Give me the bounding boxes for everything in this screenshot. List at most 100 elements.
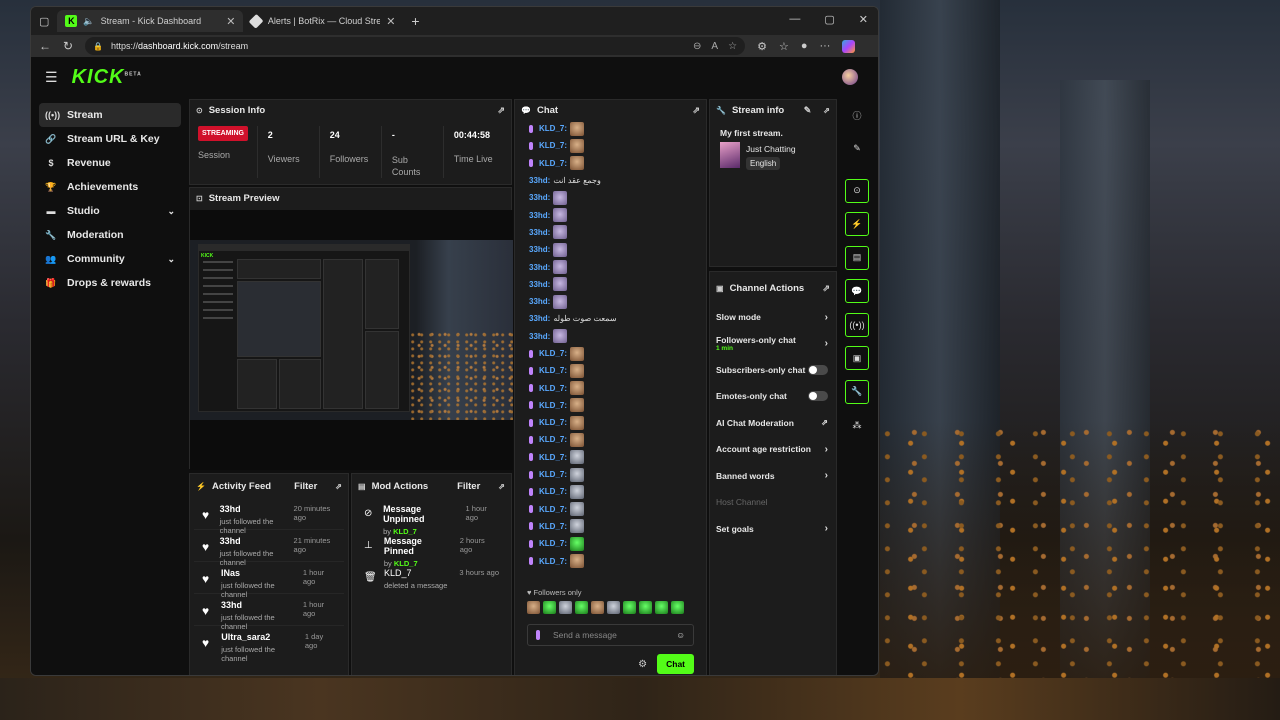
chat-username[interactable]: 33hd: bbox=[529, 314, 550, 323]
extension-icon[interactable]: ⚙ bbox=[757, 40, 767, 53]
chat-bubble-icon[interactable]: 💬 bbox=[845, 279, 869, 303]
chat-username[interactable]: KLD_7: bbox=[539, 453, 567, 462]
back-icon[interactable]: ← bbox=[39, 39, 51, 53]
subscribers-only-toggle[interactable] bbox=[808, 364, 828, 375]
maximize-icon[interactable]: ▢ bbox=[824, 13, 834, 26]
chat-username[interactable]: KLD_7: bbox=[539, 366, 567, 375]
session-widget-icon[interactable]: ⊙ bbox=[845, 178, 869, 203]
chat-username[interactable]: KLD_7: bbox=[539, 418, 567, 427]
chat-username[interactable]: KLD_7: bbox=[539, 141, 567, 150]
chat-username[interactable]: KLD_7: bbox=[539, 349, 567, 358]
chat-settings-icon[interactable]: ⚙ bbox=[638, 659, 647, 670]
chat-username[interactable]: KLD_7: bbox=[539, 384, 567, 393]
sidebar-item-studio[interactable]: ▬ Studio ⌄ bbox=[39, 199, 181, 223]
info-icon[interactable]: ⓘ bbox=[845, 103, 869, 127]
chat-username[interactable]: KLD_7: bbox=[539, 522, 567, 531]
activity-filter-button[interactable]: Filter bbox=[294, 481, 317, 492]
emote[interactable] bbox=[671, 601, 684, 614]
broadcast-icon[interactable]: ((•)) bbox=[845, 312, 869, 337]
slow-mode-row[interactable]: Slow mode › bbox=[710, 304, 836, 331]
popout-icon[interactable]: ⇗ bbox=[335, 482, 342, 491]
chat-username[interactable]: 33hd: bbox=[529, 228, 550, 237]
wrench-icon[interactable]: 🔧 bbox=[845, 379, 869, 404]
chat-username[interactable]: KLD_7: bbox=[539, 539, 567, 548]
chat-username[interactable]: 33hd: bbox=[529, 263, 550, 272]
add-widget-icon[interactable]: ⁂ bbox=[845, 413, 869, 437]
close-window-icon[interactable]: ✕ bbox=[859, 13, 868, 26]
close-tab-icon[interactable]: ✕ bbox=[226, 15, 235, 28]
banned-words-row[interactable]: Banned words › bbox=[710, 463, 836, 490]
tab-actions-icon[interactable]: ▢ bbox=[39, 15, 49, 28]
profile-icon[interactable]: ● bbox=[801, 40, 808, 52]
chat-username[interactable]: KLD_7: bbox=[539, 487, 567, 496]
chat-username[interactable]: 33hd: bbox=[529, 245, 550, 254]
tab-botrix[interactable]: Alerts | BotRix — Cloud Streaming ✕ bbox=[243, 10, 403, 32]
popout-icon[interactable]: ⇗ bbox=[497, 105, 505, 116]
user-avatar[interactable] bbox=[842, 69, 858, 85]
kick-logo[interactable]: KICKBETA bbox=[72, 66, 142, 89]
emote[interactable] bbox=[559, 601, 572, 614]
chat-username[interactable]: KLD_7: bbox=[539, 470, 567, 479]
ai-moderation-row[interactable]: AI Chat Moderation ⇗ bbox=[710, 410, 836, 437]
sidebar-item-community[interactable]: 👥 Community ⌄ bbox=[39, 247, 181, 271]
chat-username[interactable]: 33hd: bbox=[529, 176, 550, 185]
sidebar-item-achievements[interactable]: 🏆 Achievements bbox=[39, 175, 181, 199]
emote[interactable] bbox=[607, 601, 620, 614]
emote[interactable] bbox=[623, 601, 636, 614]
emote[interactable] bbox=[527, 601, 540, 614]
sidebar-item-revenue[interactable]: $ Revenue bbox=[39, 151, 181, 175]
zoom-icon[interactable]: ⊖ bbox=[693, 41, 701, 52]
sidebar-item-stream-url[interactable]: 🔗 Stream URL & Key bbox=[39, 127, 181, 151]
chat-send-button[interactable]: Chat bbox=[657, 654, 694, 674]
chat-username[interactable]: 33hd: bbox=[529, 280, 550, 289]
chat-username[interactable]: KLD_7: bbox=[539, 124, 567, 133]
chat-username[interactable]: KLD_7: bbox=[539, 505, 567, 514]
edit-icon[interactable]: ✎ bbox=[804, 105, 812, 116]
chat-username[interactable]: KLD_7: bbox=[539, 435, 567, 444]
age-restriction-row[interactable]: Account age restriction › bbox=[710, 436, 836, 463]
favorite-star-icon[interactable]: ☆ bbox=[728, 41, 737, 52]
minimize-icon[interactable]: — bbox=[789, 13, 800, 26]
more-icon[interactable]: ··· bbox=[819, 40, 830, 52]
read-aloud-icon[interactable]: A bbox=[711, 41, 718, 52]
copilot-icon[interactable] bbox=[842, 39, 856, 53]
chat-username[interactable]: KLD_7: bbox=[539, 557, 567, 566]
refresh-icon[interactable]: ↻ bbox=[63, 39, 73, 53]
chat-username[interactable]: 33hd: bbox=[529, 193, 550, 202]
preview-player[interactable]: KICK bbox=[190, 210, 513, 470]
popout-icon[interactable]: ⇗ bbox=[823, 106, 830, 115]
chat-username[interactable]: KLD_7: bbox=[539, 159, 567, 168]
chat-username[interactable]: 33hd: bbox=[529, 332, 550, 341]
popout-icon[interactable]: ⇗ bbox=[692, 105, 700, 116]
sidebar-item-stream[interactable]: ((•)) Stream bbox=[39, 103, 181, 127]
speaker-icon[interactable]: 🔈 bbox=[83, 16, 94, 27]
tab-kick-dashboard[interactable]: K 🔈 Stream - Kick Dashboard ✕ bbox=[57, 10, 244, 32]
emotes-only-toggle[interactable] bbox=[808, 391, 828, 402]
menu-icon[interactable]: ☰ bbox=[45, 69, 58, 86]
edit-icon[interactable]: ✎ bbox=[845, 137, 869, 161]
followers-only-row[interactable]: Followers-only chat 1 min › bbox=[710, 331, 836, 357]
emote[interactable] bbox=[575, 601, 588, 614]
set-goals-row[interactable]: Set goals › bbox=[710, 516, 836, 543]
sidebar-item-drops[interactable]: 🎁 Drops & rewards bbox=[39, 271, 181, 295]
clipboard-icon[interactable]: ▤ bbox=[845, 245, 869, 270]
popout-icon[interactable]: ⇗ bbox=[822, 283, 830, 294]
emote[interactable] bbox=[655, 601, 668, 614]
mod-filter-button[interactable]: Filter bbox=[457, 481, 480, 492]
bolt-icon[interactable]: ⚡ bbox=[845, 212, 869, 236]
new-tab-icon[interactable]: + bbox=[411, 13, 419, 29]
emoji-icon[interactable]: ☺ bbox=[676, 630, 685, 640]
favorites-icon[interactable]: ☆ bbox=[779, 40, 789, 53]
popout-icon[interactable]: ⇗ bbox=[498, 482, 505, 491]
emote[interactable] bbox=[591, 601, 604, 614]
url-field[interactable]: 🔒 https://dashboard.kick.com/stream ⊖ A … bbox=[85, 37, 746, 55]
chat-input[interactable]: Send a message ☺ bbox=[527, 624, 694, 646]
chat-username[interactable]: 33hd: bbox=[529, 297, 550, 306]
emote[interactable] bbox=[639, 601, 652, 614]
emote[interactable] bbox=[543, 601, 556, 614]
sidebar-item-moderation[interactable]: 🔧 Moderation bbox=[39, 223, 181, 247]
channel-icon[interactable]: ▣ bbox=[845, 346, 869, 370]
close-tab-icon[interactable]: ✕ bbox=[386, 15, 395, 28]
chat-username[interactable]: 33hd: bbox=[529, 211, 550, 220]
chat-username[interactable]: KLD_7: bbox=[539, 401, 567, 410]
